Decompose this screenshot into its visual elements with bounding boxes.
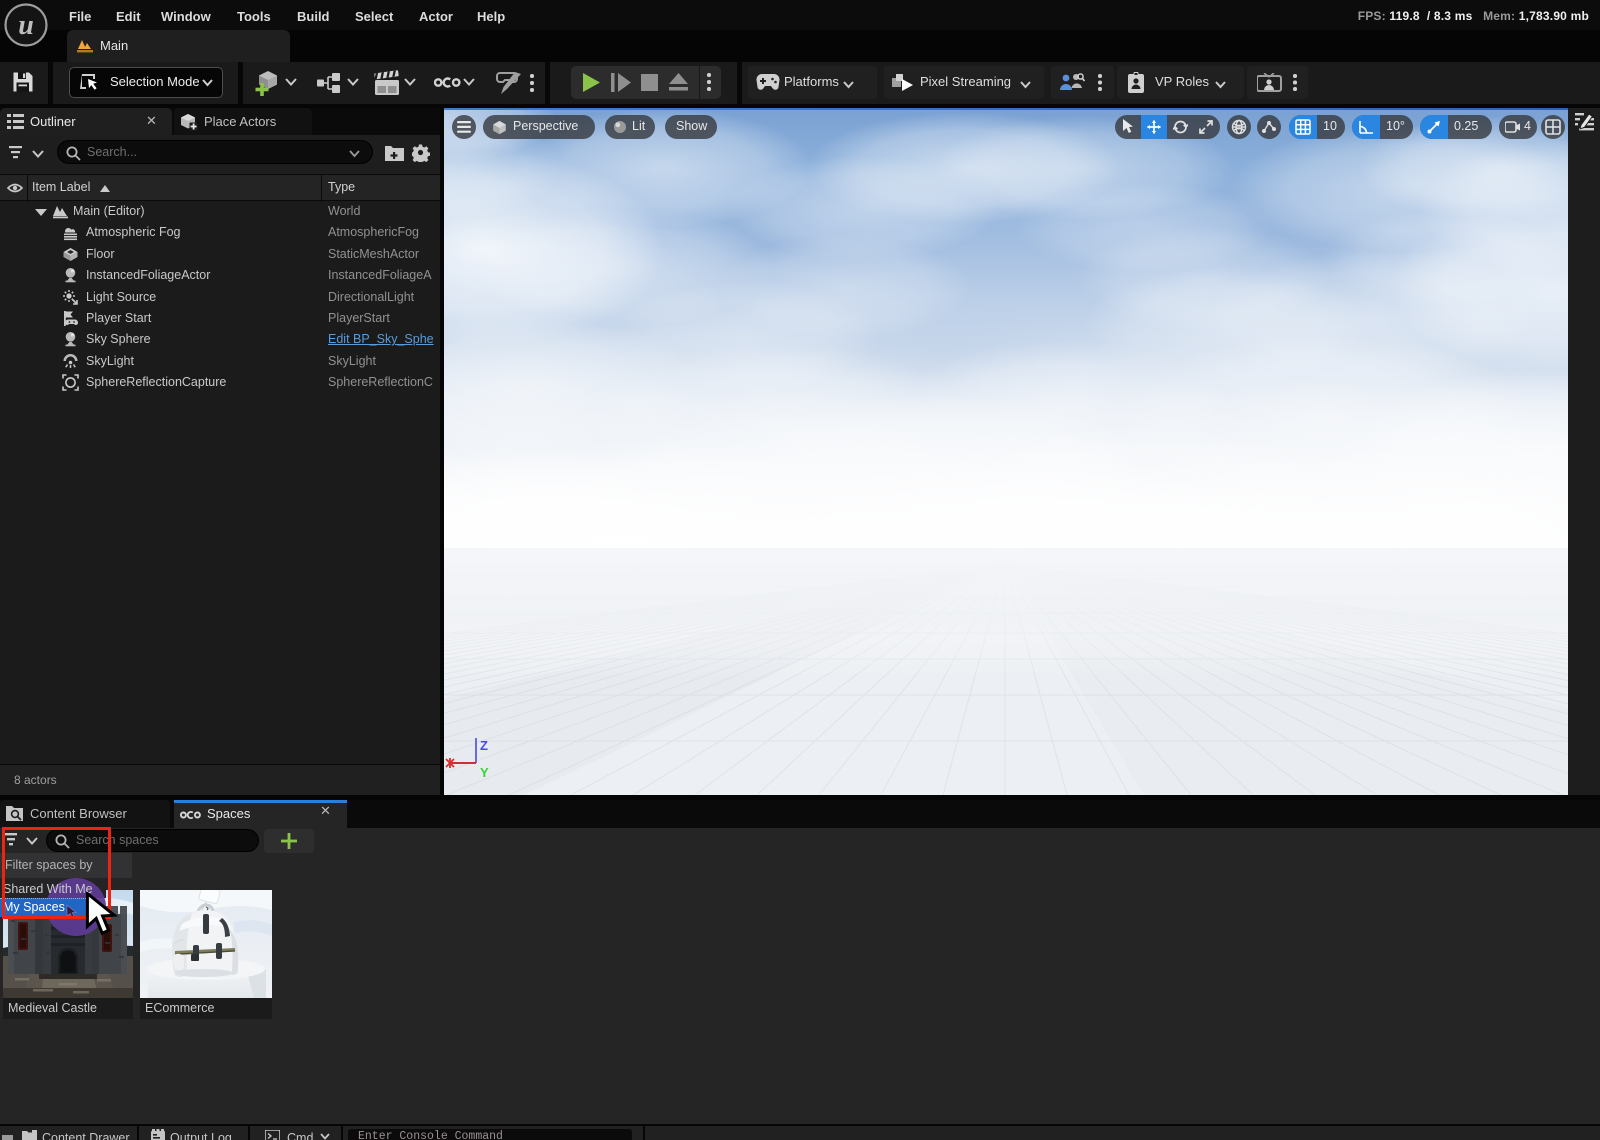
svg-text:u: u bbox=[18, 10, 34, 41]
svg-text:Z: Z bbox=[480, 738, 488, 753]
svg-text:Y: Y bbox=[480, 765, 489, 780]
